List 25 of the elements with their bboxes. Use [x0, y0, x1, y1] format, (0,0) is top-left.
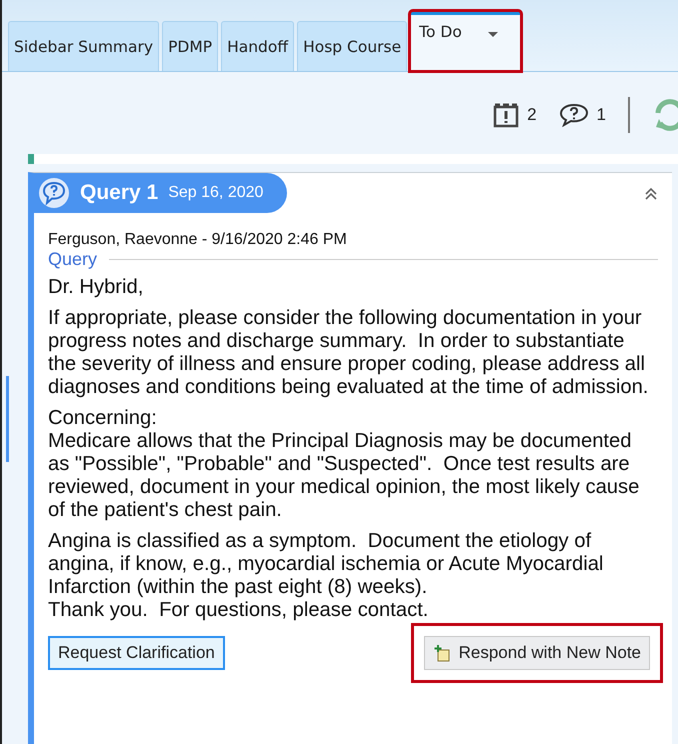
count-label: 1 [596, 105, 606, 125]
tab[interactable]: Sidebar Summary [8, 21, 160, 71]
count-label: 2 [527, 105, 537, 125]
query-paragraph: Thank you. For questions, please contact. [48, 599, 430, 622]
clarification-button[interactable]: Request Clarification [48, 636, 225, 670]
query-paragraph: If appropriate, please consider the following documentation in your progress notes and discharge summary. In order to substantiate the severity of illness and ensure proper coding, please address all diagnoses and conditions being evaluated at the time of admission. [48, 307, 650, 399]
tab[interactable]: Hosp Course [297, 21, 408, 71]
respond-button[interactable]: Respond with New Note [424, 636, 650, 670]
query-paragraph: Angina is classified as a symptom. Document the etiology of angina, if know, e.g., myocardial ischemia or Acute Myocardial Infarction (within the past eight (8) weeks). [48, 530, 604, 599]
tab[interactable]: To Do [410, 11, 521, 71]
alert-calendar-icon[interactable] [493, 102, 520, 128]
caret-icon[interactable] [488, 32, 498, 37]
tab[interactable]: PDMP [162, 21, 218, 71]
question-bubble-icon [38, 177, 70, 209]
tab[interactable]: Handoff [221, 21, 294, 71]
query-date: Sep 16, 2020 [168, 184, 264, 202]
query-title: Query 1 [80, 181, 158, 205]
query-paragraph: Dr. Hybrid, [48, 276, 144, 299]
collapse-chevron-icon[interactable] [644, 187, 658, 201]
author-timestamp: Ferguson, Raevonne - 9/16/2020 2:46 PM [48, 231, 348, 249]
section-label: Query [48, 249, 98, 270]
query-paragraph: Medicare allows that the Principal Diagnosis may be documented as "Possible", "Probable" and "Suspected". Once test results are reviewed, document in your medical opinion, the most likely cause of the patient's chest pain. [48, 430, 640, 522]
new-note-icon [432, 644, 451, 662]
query-paragraph: Concerning: [48, 407, 158, 430]
question-bubble-icon[interactable] [558, 103, 589, 127]
